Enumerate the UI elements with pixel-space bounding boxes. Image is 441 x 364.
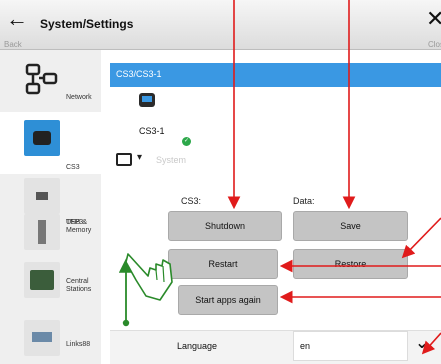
sidebar-item-central-stations[interactable]: Central Stations [0,260,101,322]
links88-icon [24,320,60,356]
cs3-device-icon [139,93,155,107]
data-section-label: Data: [293,196,315,206]
arrow-left-icon: ← [6,6,28,31]
sidebar-item-label: CS3 [66,164,80,171]
monitor-icon [116,153,132,166]
cs3-section-label: CS3: [181,196,202,206]
caret-down-icon[interactable]: ▾ [137,152,142,163]
sidebar-item-label: Links88 [66,341,91,348]
sidebar-item-network[interactable]: Network [0,50,101,112]
back-label: Back [4,40,22,49]
device-path-label: CS3/CS3-1 [116,69,162,79]
device-name: CS3-1 [139,126,165,136]
page-title: System/Settings [40,17,134,31]
save-button[interactable]: Save [293,211,408,241]
central-station-icon [24,262,60,298]
language-value: en [300,341,311,351]
title-bar: ← Back System/Settings ✕ Close [0,0,441,50]
sidebar-item-label: Network [66,94,92,101]
sidebar-item-links88[interactable]: Links88 [0,318,101,364]
green-dot [122,319,130,327]
network-icon [25,63,58,95]
sidebar-item-label: Central Stations [66,278,92,293]
restore-button[interactable]: Restore [293,249,408,279]
language-select[interactable]: en [293,331,408,361]
back-button[interactable]: ← Back [4,6,28,50]
close-button[interactable]: ✕ Close [424,6,441,50]
hand-pointer-icon [125,253,173,301]
restart-button[interactable]: Restart [168,249,278,279]
shutdown-button[interactable]: Shutdown [168,211,282,241]
start-apps-again-button[interactable]: Start apps again [178,285,278,315]
sidebar: Network CS3 TFP3 USB & Memory Central St… [0,50,101,364]
sidebar-item-label: USB & Memory [66,219,92,234]
device-path-bar[interactable]: CS3/CS3-1 [110,63,441,87]
cs3-device-icon [24,120,60,156]
system-label: System [156,155,187,165]
language-label: Language [177,341,218,351]
close-label: Close [428,40,441,49]
sidebar-item-cs3[interactable]: CS3 [0,112,101,174]
arrow-to-restore [401,217,441,259]
check-icon: ✓ [182,137,191,146]
close-icon: ✕ [426,6,441,31]
usb-icon [24,214,60,250]
chevron-down-icon[interactable]: ⌄ [410,333,434,359]
